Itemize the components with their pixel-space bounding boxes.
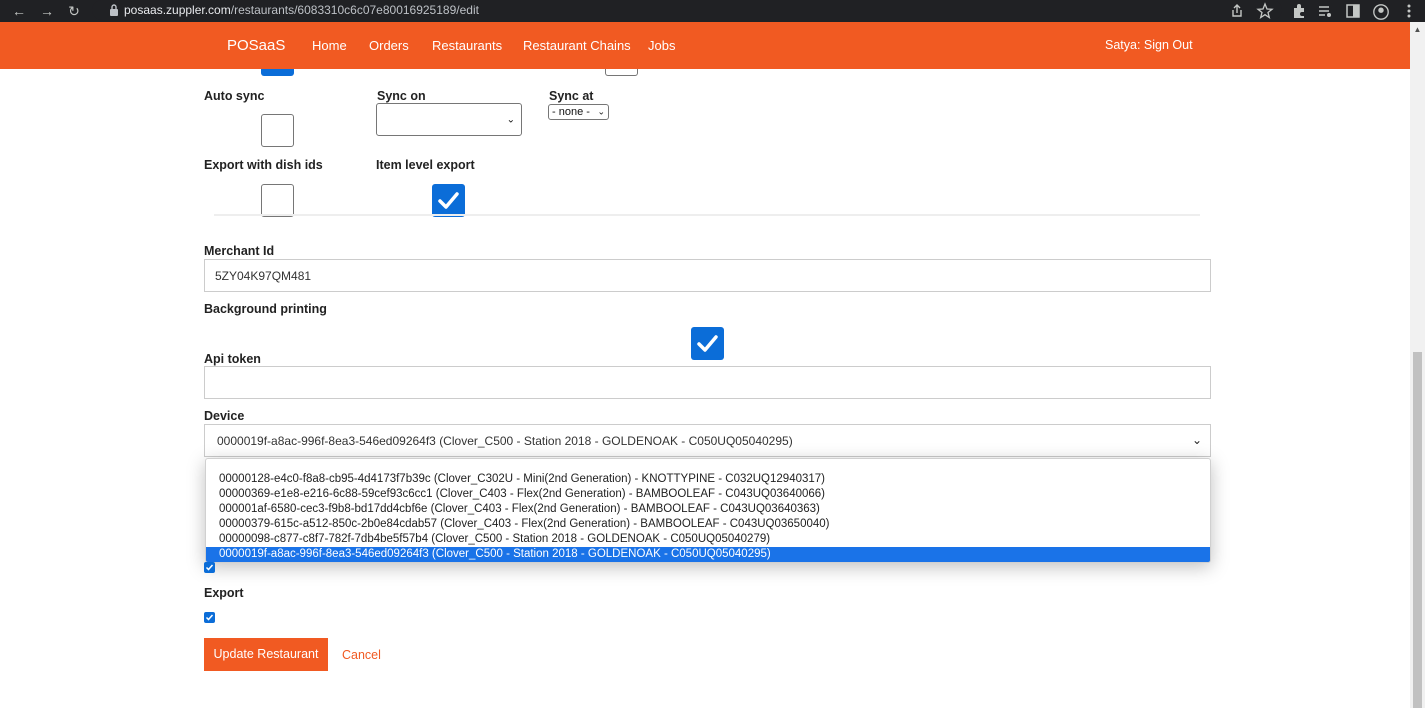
checkmark-icon: [205, 564, 214, 571]
auto-sync-checkbox[interactable]: [261, 114, 294, 147]
device-dropdown-list: 00000128-e4c0-f8a8-cb95-4d4173f7b39c (Cl…: [205, 458, 1211, 563]
section-divider: [214, 214, 1200, 216]
hidden-field-checkbox[interactable]: [204, 562, 215, 573]
device-option[interactable]: 00000098-c877-c8f7-782f-7db4be5f57b4 (Cl…: [206, 532, 1210, 547]
offscreen-checkbox-checked[interactable]: [261, 69, 294, 76]
api-token-label: Api token: [204, 352, 261, 366]
scroll-up-arrow-icon[interactable]: ▲: [1410, 22, 1425, 37]
back-icon[interactable]: ←: [10, 2, 28, 20]
sync-at-label: Sync at: [549, 89, 594, 103]
api-token-input[interactable]: [204, 366, 1211, 399]
merchant-id-input[interactable]: 5ZY04K97QM481: [204, 259, 1211, 292]
device-option[interactable]: 000001af-6580-cec3-f9b8-bd17dd4cbf6e (Cl…: [206, 502, 1210, 517]
auto-sync-label: Auto sync: [204, 89, 265, 103]
chevron-down-icon: ⌄: [597, 106, 605, 117]
device-select-value: 0000019f-a8ac-996f-8ea3-546ed09264f3 (Cl…: [217, 434, 793, 448]
device-option-selected[interactable]: 0000019f-a8ac-996f-8ea3-546ed09264f3 (Cl…: [206, 547, 1210, 562]
nav-restaurant-chains[interactable]: Restaurant Chains: [523, 38, 631, 53]
bookmark-star-icon[interactable]: [1256, 2, 1274, 20]
merchant-id-label: Merchant Id: [204, 244, 275, 258]
menu-kebab-icon[interactable]: [1400, 2, 1418, 20]
item-level-export-checkbox[interactable]: [432, 184, 465, 217]
device-label: Device: [204, 409, 245, 423]
background-printing-label: Background printing: [204, 302, 327, 316]
extensions-icon[interactable]: [1290, 2, 1308, 20]
background-printing-checkbox[interactable]: [691, 327, 724, 360]
forward-icon[interactable]: →: [38, 2, 56, 20]
chevron-down-icon: ⌄: [506, 114, 515, 125]
checkmark-icon: [438, 192, 459, 209]
nav-orders[interactable]: Orders: [369, 38, 409, 53]
cancel-link[interactable]: Cancel: [342, 648, 381, 662]
reload-icon[interactable]: ↻: [65, 2, 83, 20]
device-option[interactable]: 00000369-e1e8-e216-6c88-59cef93c6cc1 (Cl…: [206, 487, 1210, 502]
nav-restaurants[interactable]: Restaurants: [432, 38, 502, 53]
top-navbar: POSaaS Home Orders Restaurants Restauran…: [0, 22, 1410, 69]
nav-jobs[interactable]: Jobs: [648, 38, 675, 53]
sync-on-select[interactable]: ⌄: [376, 103, 522, 136]
offscreen-checkbox-empty[interactable]: [605, 69, 638, 76]
export-label: Export: [204, 586, 244, 600]
merchant-id-value: 5ZY04K97QM481: [215, 269, 312, 283]
profile-avatar-icon[interactable]: [1372, 2, 1390, 22]
media-queue-icon[interactable]: [1316, 2, 1334, 20]
browser-toolbar: ← → ↻ posaas.zuppler.com/restaurants/608…: [0, 0, 1425, 22]
sync-at-select[interactable]: - none - ⌄: [548, 104, 609, 120]
side-panel-icon[interactable]: [1344, 2, 1362, 20]
chevron-down-icon: ⌄: [1191, 433, 1202, 447]
device-option[interactable]: 00000128-e4c0-f8a8-cb95-4d4173f7b39c (Cl…: [206, 472, 1210, 487]
page-scrollbar-thumb[interactable]: [1413, 352, 1422, 708]
checkmark-icon: [697, 335, 718, 352]
sync-at-value: - none -: [552, 106, 590, 118]
export-dish-ids-checkbox[interactable]: [261, 184, 294, 217]
sync-on-label: Sync on: [377, 89, 426, 103]
checkmark-icon: [205, 614, 214, 621]
update-restaurant-button[interactable]: Update Restaurant: [204, 638, 328, 671]
user-signout-link[interactable]: Satya: Sign Out: [1105, 38, 1193, 52]
nav-home[interactable]: Home: [312, 38, 347, 53]
export-checkbox[interactable]: [204, 612, 215, 623]
item-level-export-label: Item level export: [376, 158, 475, 172]
brand-logo[interactable]: POSaaS: [227, 37, 285, 54]
address-bar-url: posaas.zuppler.com/restaurants/6083310c6…: [124, 3, 479, 17]
lock-icon: [110, 4, 118, 16]
device-option[interactable]: 00000379-615c-a512-850c-2b0e84cdab57 (Cl…: [206, 517, 1210, 532]
export-dish-ids-label: Export with dish ids: [204, 158, 323, 172]
share-icon[interactable]: [1228, 2, 1246, 20]
device-select[interactable]: 0000019f-a8ac-996f-8ea3-546ed09264f3 (Cl…: [204, 424, 1211, 457]
